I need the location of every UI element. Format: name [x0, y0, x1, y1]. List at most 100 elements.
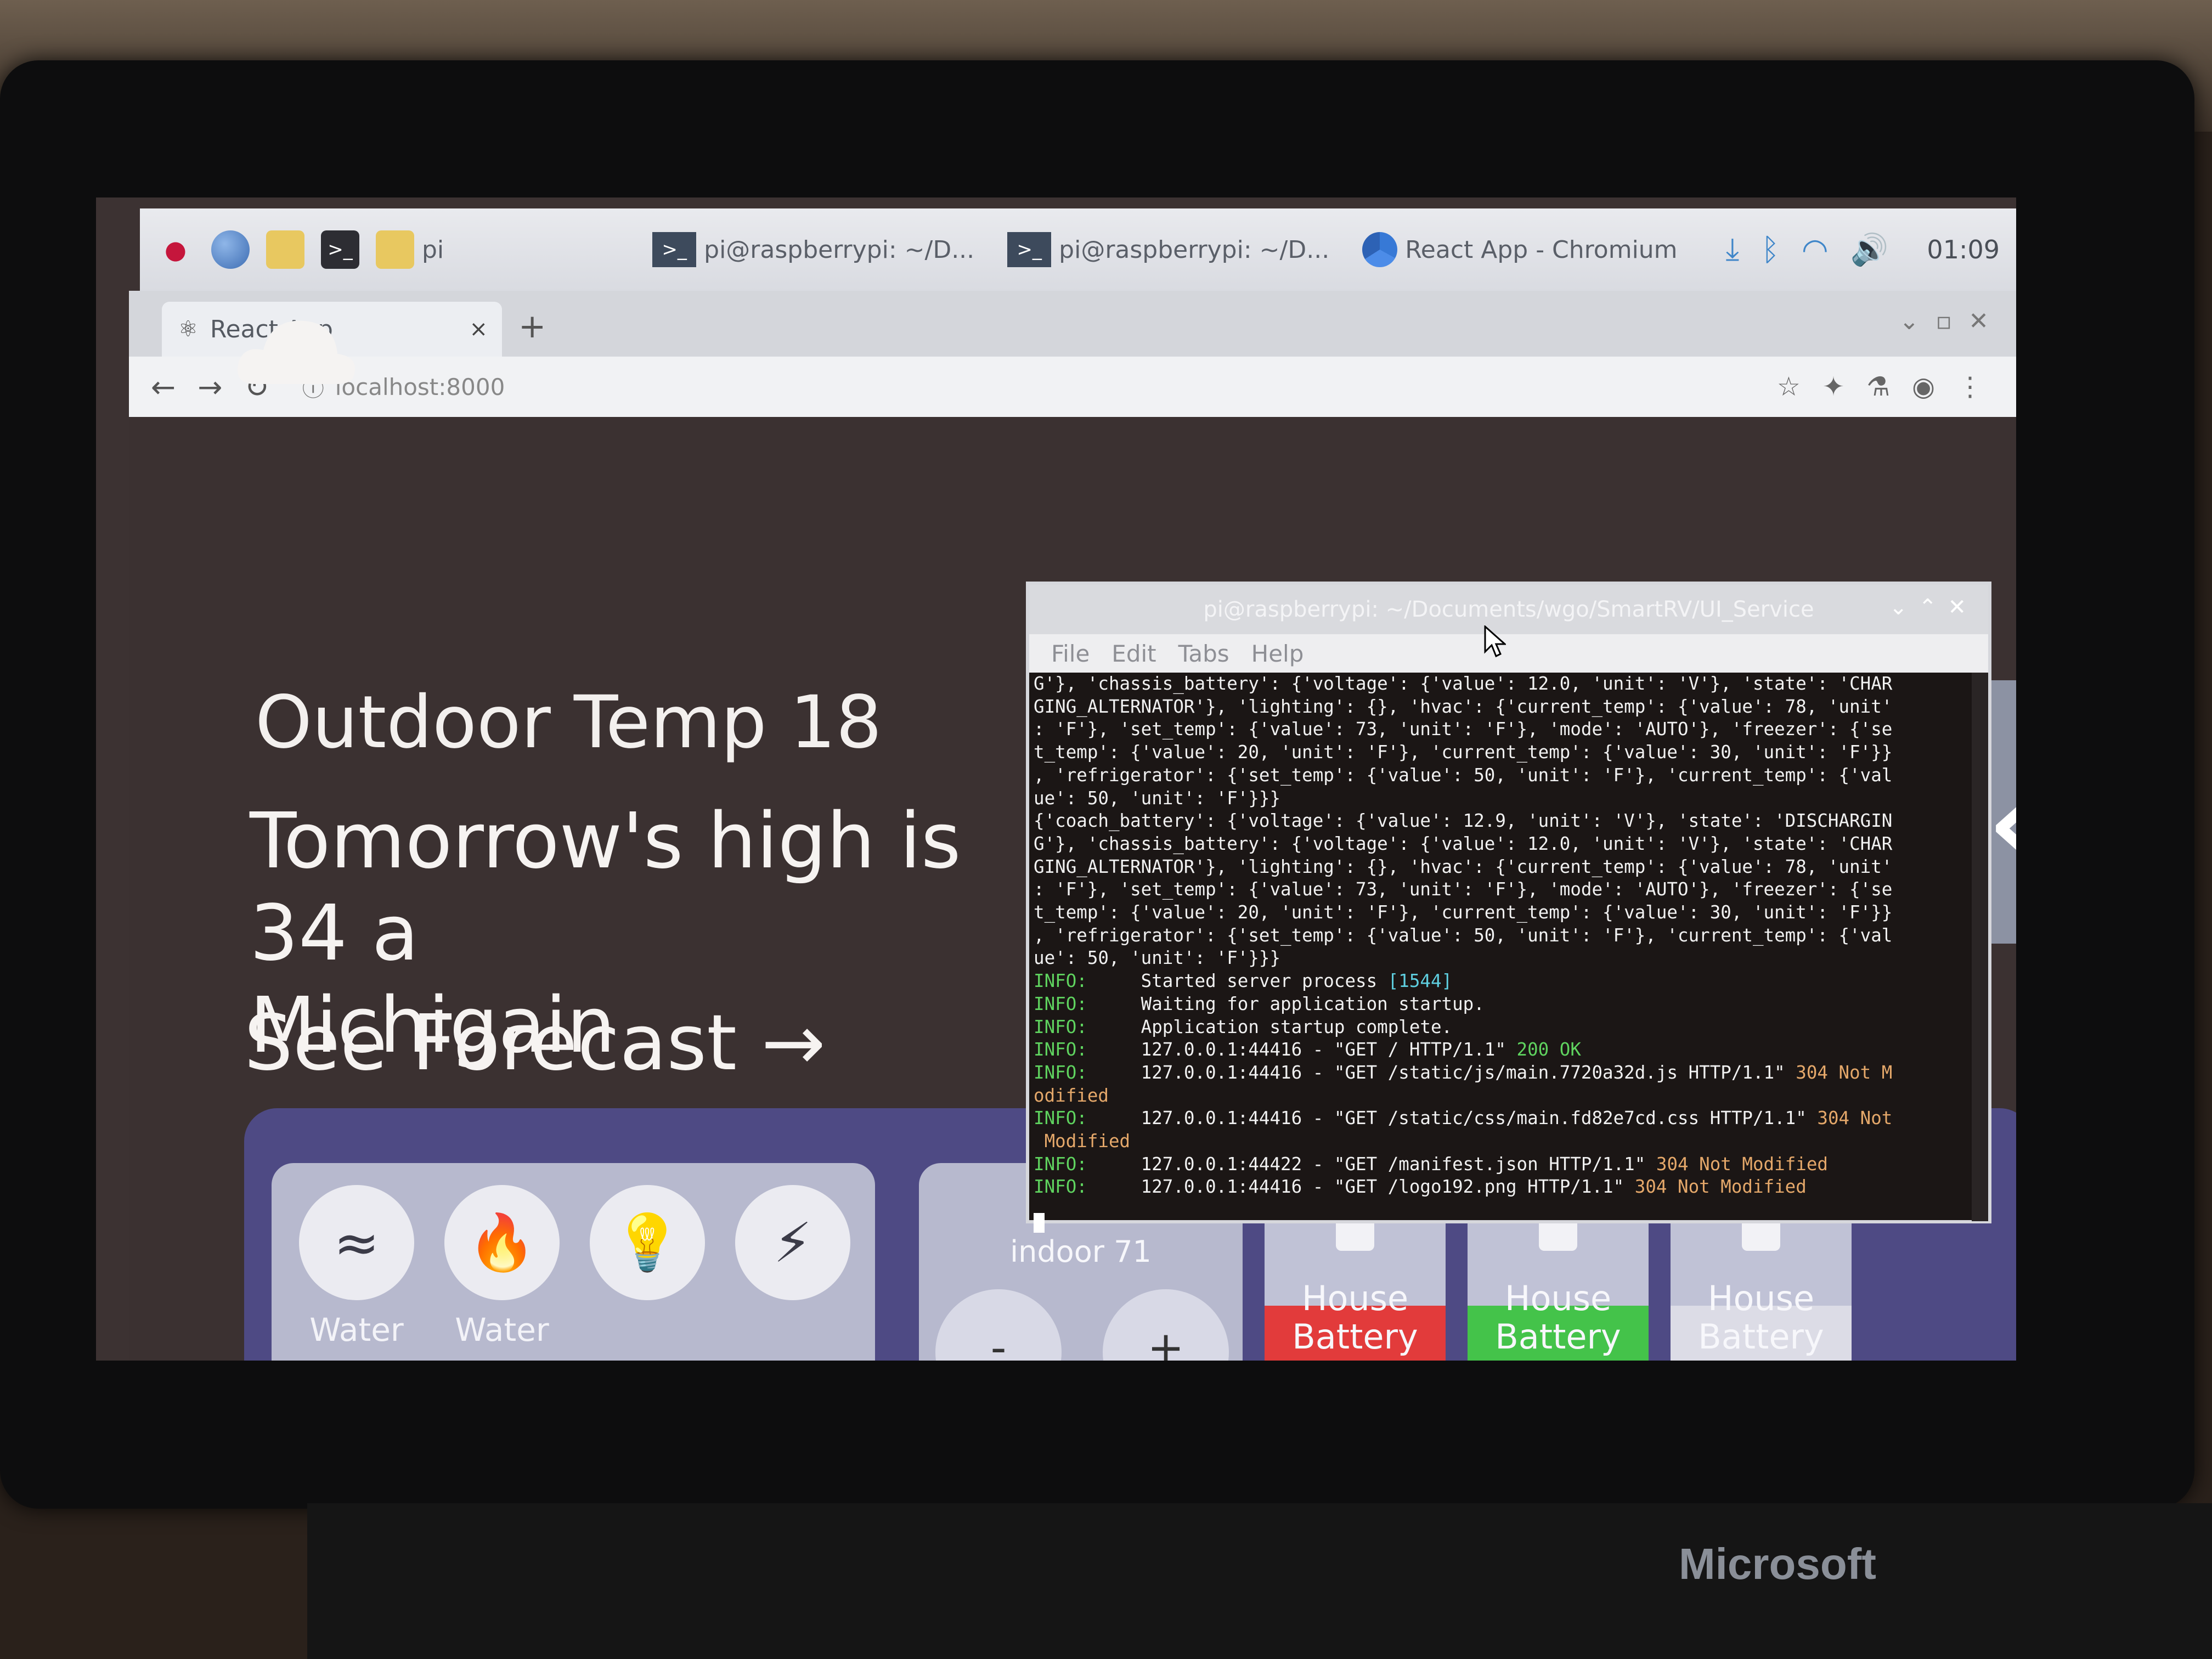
toolbar-actions[interactable]: ☆✦⚗◉⋮	[1777, 371, 2005, 402]
log-text: 127.0.0.1:44416 - "GET /logo192.png HTTP…	[1087, 1176, 1635, 1198]
log-status: 304 Not Modified	[1656, 1153, 1828, 1175]
task-chromium[interactable]: React App - Chromium	[1362, 232, 1678, 267]
terminal-line: GING_ALTERNATOR'}, 'lighting': {}, 'hvac…	[1034, 696, 1893, 717]
terminal-log-line: INFO: 127.0.0.1:44416 - "GET / HTTP/1.1"…	[1034, 1039, 1966, 1062]
terminal-line: t_temp': {'value': 20, 'unit': 'F'}, 'cu…	[1034, 742, 1893, 763]
folder-icon[interactable]	[376, 230, 414, 269]
forward-icon[interactable]: →	[198, 370, 222, 404]
water-heater-button[interactable]: 🔥	[444, 1185, 560, 1300]
terminal-icon: >_	[652, 232, 697, 267]
terminal-log-line: INFO: 127.0.0.1:44416 - "GET /static/js/…	[1034, 1062, 1966, 1085]
task-label: React App - Chromium	[1405, 235, 1678, 264]
log-pid: [1544]	[1387, 970, 1453, 992]
terminal-window-controls[interactable]: ⌄⌃✕	[1889, 595, 1977, 620]
terminal-log-line: odified	[1034, 1085, 1966, 1108]
task-terminal-2[interactable]: >_ pi@raspberrypi: ~/D...	[1007, 232, 1329, 267]
terminal-line: : 'F'}, 'set_temp': {'value': 73, 'unit'…	[1034, 719, 1893, 740]
terminal-titlebar[interactable]: pi@raspberrypi: ~/Documents/wgo/SmartRV/…	[1029, 585, 1988, 634]
chromium-icon	[1362, 232, 1398, 267]
menu-tabs[interactable]: Tabs	[1178, 640, 1229, 667]
lights-button[interactable]: 💡	[590, 1185, 705, 1300]
terminal-title: pi@raspberrypi: ~/Documents/wgo/SmartRV/…	[1203, 597, 1814, 622]
log-level: INFO:	[1034, 993, 1087, 1014]
clock[interactable]: 01:09	[1927, 235, 2000, 264]
terminal-log-line: INFO: Started server process [1544]	[1034, 970, 1966, 993]
download-icon[interactable]: ⤓	[1725, 232, 1739, 268]
screen: ● >_ pi >_ pi@raspberrypi: ~/D... >_ pi@…	[96, 198, 2016, 1361]
log-text: 127.0.0.1:44416 - "GET /static/css/main.…	[1087, 1108, 1818, 1129]
see-forecast-link[interactable]: See Forecast →	[244, 998, 826, 1088]
keyboard	[307, 1503, 2212, 1659]
terminal-log-line: Modified	[1034, 1130, 1966, 1153]
water-pump-button[interactable]: ≈	[299, 1185, 414, 1300]
file-manager-icon[interactable]	[266, 230, 304, 269]
task-label: pi@raspberrypi: ~/D...	[704, 235, 975, 264]
browser-tab-strip: ⚛ React App × + ⌄▫✕	[129, 291, 2016, 357]
terminal-log-line: INFO: 127.0.0.1:44416 - "GET /logo192.pn…	[1034, 1176, 1966, 1199]
terminal-output[interactable]: G'}, 'chassis_battery': {'voltage': {'va…	[1029, 673, 1966, 1221]
outdoor-temp: Outdoor Temp 18	[255, 680, 882, 765]
terminal-line: , 'refrigerator': {'set_temp': {'value':…	[1034, 764, 1893, 786]
taskbar: ● >_ pi >_ pi@raspberrypi: ~/D... >_ pi@…	[140, 208, 2016, 291]
terminal-icon[interactable]: >_	[321, 230, 359, 269]
log-level: INFO:	[1034, 970, 1087, 992]
mouse-pointer-icon	[1484, 625, 1506, 658]
log-text: Started server process	[1087, 970, 1388, 992]
web-browser-icon[interactable]	[211, 230, 250, 269]
log-status: 200 OK	[1516, 1039, 1581, 1060]
tomorrow-high: Tomorrow's high is 34 a	[250, 797, 961, 978]
log-status: 304 Not Modified	[1634, 1176, 1807, 1198]
power-button[interactable]: ⚡	[735, 1185, 850, 1300]
log-text: 127.0.0.1:44422 - "GET /manifest.json HT…	[1087, 1153, 1656, 1175]
battery-label: Battery	[1292, 1317, 1418, 1357]
terminal-line: ue': 50, 'unit': 'F'}}}	[1034, 787, 1281, 809]
log-text: Waiting for application startup.	[1087, 993, 1485, 1014]
control-label: Water	[455, 1311, 549, 1348]
log-level: INFO:	[1034, 1108, 1087, 1129]
log-level: INFO:	[1034, 1016, 1087, 1037]
raspberry-pi-menu-icon[interactable]: ●	[156, 230, 195, 269]
flame-icon: 🔥	[467, 1210, 537, 1274]
menu-file[interactable]: File	[1051, 640, 1090, 667]
task-label: pi@raspberrypi: ~/D...	[1059, 235, 1330, 264]
terminal-line: {'coach_battery': {'voltage': {'value': …	[1034, 810, 1893, 832]
microsoft-logo: Microsoft	[1679, 1539, 1876, 1588]
log-level: INFO:	[1034, 1039, 1087, 1060]
browser-toolbar: ← → ↻ ⓘ localhost:8000 ☆✦⚗◉⋮	[129, 357, 2016, 417]
new-tab-button[interactable]: +	[518, 307, 546, 346]
terminal-scrollbar[interactable]	[1972, 673, 1988, 1221]
bluetooth-icon[interactable]: ᛒ	[1761, 232, 1780, 268]
menu-edit[interactable]: Edit	[1111, 640, 1156, 667]
lightbulb-icon: 💡	[613, 1210, 682, 1274]
log-level: INFO:	[1034, 1062, 1087, 1083]
react-favicon-icon: ⚛	[178, 317, 198, 342]
wifi-icon[interactable]: ◠	[1802, 232, 1829, 268]
control-label: Water	[309, 1311, 404, 1348]
folder-label[interactable]: pi	[422, 236, 444, 264]
log-status: odified	[1034, 1085, 1109, 1106]
volume-icon[interactable]: 🔊	[1850, 232, 1889, 268]
terminal-icon: >_	[1007, 232, 1052, 267]
battery-label: Battery	[1698, 1317, 1824, 1357]
terminal-cursor	[1034, 1213, 1045, 1233]
terminal-window[interactable]: pi@raspberrypi: ~/Documents/wgo/SmartRV/…	[1026, 582, 1991, 1233]
terminal-log-line: INFO: Application startup complete.	[1034, 1016, 1966, 1039]
log-text: 127.0.0.1:44416 - "GET / HTTP/1.1"	[1087, 1039, 1517, 1060]
tab-close-button[interactable]: ×	[469, 317, 488, 342]
menu-help[interactable]: Help	[1251, 640, 1304, 667]
terminal-log-line: INFO: 127.0.0.1:44422 - "GET /manifest.j…	[1034, 1153, 1966, 1176]
back-icon[interactable]: ←	[151, 370, 176, 404]
water-icon: ≈	[334, 1210, 380, 1275]
terminal-line: : 'F'}, 'set_temp': {'value': 73, 'unit'…	[1034, 879, 1893, 900]
log-status: 304 Not M	[1796, 1062, 1893, 1083]
terminal-line: t_temp': {'value': 20, 'unit': 'F'}, 'cu…	[1034, 902, 1893, 923]
battery-label: House	[1301, 1278, 1409, 1318]
terminal-line: ue': 50, 'unit': 'F'}}}	[1034, 947, 1281, 969]
window-controls[interactable]: ⌄▫✕	[1899, 307, 2005, 335]
power-icon: ⚡	[773, 1210, 812, 1275]
terminal-menubar: File Edit Tabs Help	[1029, 634, 1988, 673]
address-bar[interactable]: localhost:8000	[335, 374, 505, 400]
log-status: Modified	[1034, 1131, 1131, 1152]
indoor-temperature: indoor 71	[1010, 1234, 1152, 1269]
task-terminal-1[interactable]: >_ pi@raspberrypi: ~/D...	[652, 232, 974, 267]
